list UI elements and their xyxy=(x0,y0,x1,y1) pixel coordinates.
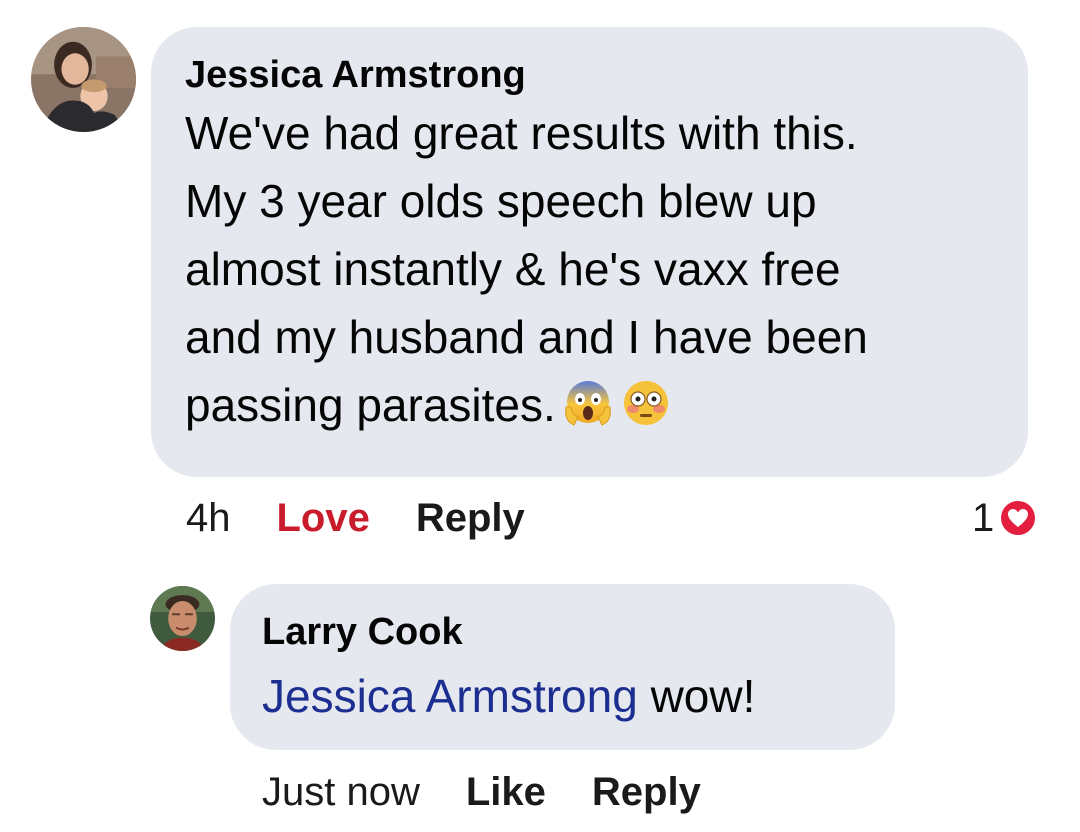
comment-text: We've had great results with this. My 3 … xyxy=(185,99,994,439)
reply-actions: Just now Like Reply xyxy=(262,768,701,816)
reply-text-content: wow! xyxy=(637,670,756,722)
comment-text-line: My 3 year olds speech blew up xyxy=(185,175,817,227)
love-reaction-button[interactable]: Love xyxy=(277,494,370,542)
reaction-summary[interactable]: 1 xyxy=(972,494,1040,542)
comment-timestamp[interactable]: 4h xyxy=(186,494,231,542)
reply-author-name[interactable]: Larry Cook xyxy=(262,610,863,654)
comment-text-line: We've had great results with this. xyxy=(185,107,858,159)
mention-link[interactable]: Jessica Armstrong xyxy=(262,670,638,722)
profile-photo-icon xyxy=(31,27,136,132)
reply-text: Jessica Armstrong wow! xyxy=(262,668,863,724)
profile-photo-icon xyxy=(150,586,215,651)
reply-button[interactable]: Reply xyxy=(592,768,701,816)
avatar-jessica-armstrong[interactable] xyxy=(31,27,136,132)
comment-author-name[interactable]: Jessica Armstrong xyxy=(185,53,994,97)
comment-bubble: Jessica Armstrong We've had great result… xyxy=(151,27,1028,477)
comment-text-line: and my husband and I have been xyxy=(185,311,868,363)
flushed-face-icon xyxy=(620,377,672,429)
comment-text-line: almost instantly & he's vaxx free xyxy=(185,243,841,295)
avatar-larry-cook[interactable] xyxy=(150,586,215,651)
reaction-count: 1 xyxy=(972,496,995,540)
comment-text-line-last: passing parasites. xyxy=(185,371,994,439)
comment-actions: 4h Love Reply xyxy=(186,494,525,542)
reply-timestamp[interactable]: Just now xyxy=(262,768,420,816)
face-screaming-in-fear-icon xyxy=(562,377,614,429)
reply-bubble: Larry Cook Jessica Armstrong wow! xyxy=(230,584,895,750)
comment-text-line: passing parasites. xyxy=(185,379,556,431)
reply-button[interactable]: Reply xyxy=(416,494,525,542)
like-button[interactable]: Like xyxy=(466,768,546,816)
love-heart-icon xyxy=(996,496,1040,540)
